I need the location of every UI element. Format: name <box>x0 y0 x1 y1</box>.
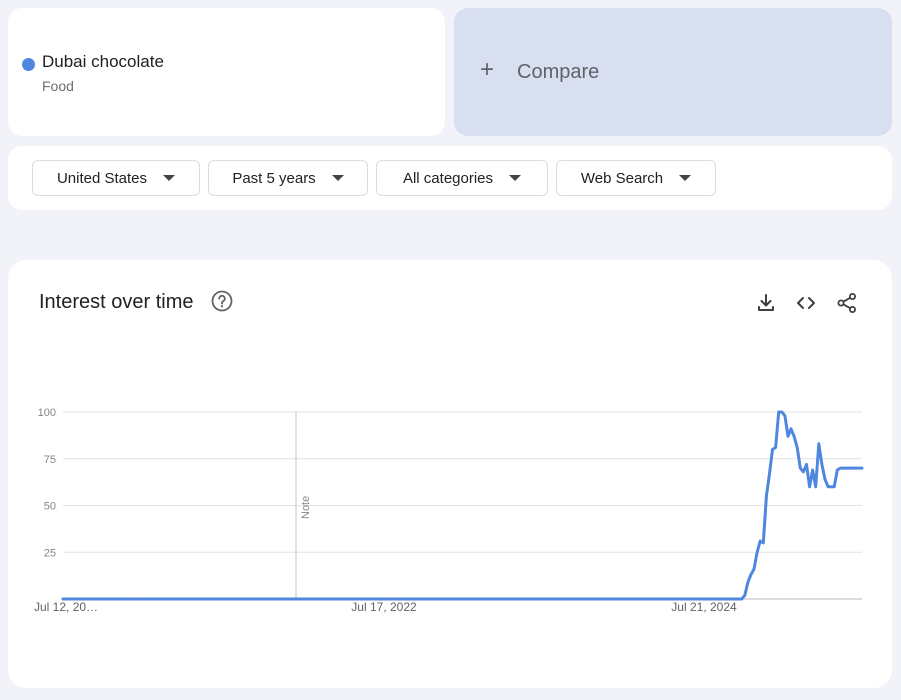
region-dropdown[interactable]: United States <box>32 160 200 196</box>
data-point <box>817 442 820 445</box>
data-point <box>623 597 626 601</box>
data-point <box>219 597 222 601</box>
data-point <box>743 594 746 597</box>
data-point <box>805 463 808 466</box>
data-point <box>826 485 830 488</box>
data-point <box>768 472 771 475</box>
data-point <box>799 466 802 470</box>
data-point <box>833 485 836 488</box>
data-point <box>854 466 857 470</box>
search-term-name[interactable]: Dubai chocolate <box>42 52 164 72</box>
data-point <box>777 410 780 414</box>
search-type-dropdown[interactable]: Web Search <box>556 160 716 196</box>
y-tick-label: 100 <box>38 407 56 419</box>
y-tick-label: 50 <box>44 501 56 513</box>
data-point <box>808 485 811 488</box>
x-tick-label: Jul 17, 2022 <box>351 600 417 614</box>
data-point <box>783 414 787 417</box>
data-point <box>780 410 783 414</box>
search-term-card[interactable]: Dubai chocolate Food <box>8 8 445 136</box>
data-point <box>752 567 756 571</box>
caret-down-icon <box>509 175 522 181</box>
plus-icon: + <box>480 56 495 83</box>
time-range-dropdown[interactable]: Past 5 years <box>208 160 368 196</box>
search-type-dropdown-label: Web Search <box>580 169 664 187</box>
data-point <box>860 466 864 470</box>
data-point <box>540 597 543 601</box>
data-point <box>848 466 851 470</box>
y-tick-label: 25 <box>44 547 56 559</box>
time-range-dropdown-label: Past 5 years <box>232 169 316 187</box>
data-point <box>845 466 848 470</box>
compare-button[interactable]: + Compare <box>454 8 892 136</box>
compare-label: Compare <box>517 61 600 83</box>
data-point <box>759 539 762 543</box>
interest-line-chart: 25 50 75 100 Note Jul 12, 20… Jul 17, 2022 Jul … <box>34 407 864 614</box>
caret-down-icon <box>331 175 344 181</box>
data-point <box>755 551 759 554</box>
data-point <box>61 597 65 601</box>
data-point <box>385 597 389 601</box>
data-point <box>299 597 302 601</box>
data-point <box>459 597 463 601</box>
data-point <box>823 478 827 481</box>
data-point <box>749 573 753 576</box>
data-point <box>792 435 796 438</box>
caret-down-icon <box>679 175 692 181</box>
data-point <box>842 466 845 470</box>
filter-bar: United States Past 5 years All categorie… <box>8 146 892 210</box>
data-point <box>851 466 854 470</box>
data-point <box>709 597 712 601</box>
category-dropdown[interactable]: All categories <box>376 160 548 196</box>
data-point <box>796 446 799 449</box>
data-point <box>830 485 833 488</box>
data-point <box>814 485 817 488</box>
search-term-category: Food <box>42 78 74 94</box>
data-point <box>138 597 142 601</box>
data-point <box>746 581 750 584</box>
interest-over-time-card: Interest over time 25 50 75 100 Note Jul 12, … <box>8 260 892 688</box>
data-point <box>731 597 734 601</box>
data-point <box>765 494 768 498</box>
y-tick-label: 75 <box>44 454 56 466</box>
series-color-dot <box>22 58 35 71</box>
data-point <box>740 597 743 601</box>
caret-down-icon <box>163 175 176 181</box>
x-tick-label: Jul 21, 2024 <box>671 600 737 614</box>
x-tick-label: Jul 12, 20… <box>34 600 98 614</box>
data-point <box>820 463 824 466</box>
data-point <box>802 470 805 473</box>
data-point <box>786 435 790 438</box>
data-point <box>836 468 839 472</box>
note-marker-label: Note <box>300 496 312 519</box>
data-point <box>789 427 793 430</box>
data-point <box>811 468 814 472</box>
data-point <box>839 466 842 470</box>
data-point <box>857 466 861 470</box>
region-dropdown-label: United States <box>56 169 148 187</box>
category-dropdown-label: All categories <box>402 169 494 187</box>
data-point <box>771 448 774 451</box>
data-point <box>762 541 765 545</box>
data-point <box>774 446 777 449</box>
